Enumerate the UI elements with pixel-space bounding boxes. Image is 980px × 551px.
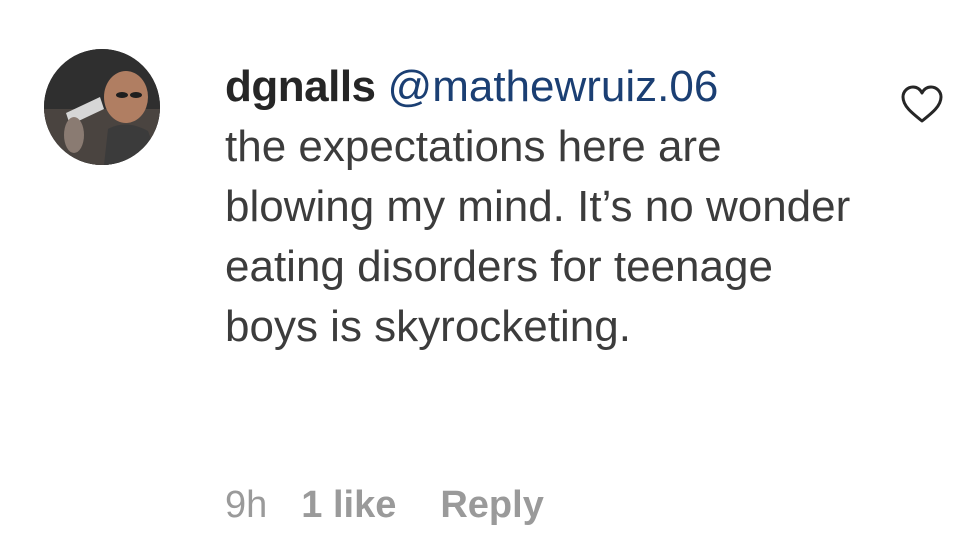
avatar[interactable] <box>44 49 160 165</box>
mention-link[interactable]: @mathewruiz.06 <box>388 62 719 111</box>
reply-button[interactable]: Reply <box>440 480 543 530</box>
comment-text: the expectations here are blowing my min… <box>225 122 851 351</box>
comment: dgnalls @mathewruiz.06 the expectations h… <box>0 0 980 551</box>
comment-header: dgnalls @mathewruiz.06 <box>225 57 885 117</box>
heart-outline-icon[interactable] <box>900 84 944 124</box>
user-avatar-icon <box>44 49 160 165</box>
username-link[interactable]: dgnalls <box>225 62 376 111</box>
comment-meta: 9h 1 like Reply <box>225 480 544 530</box>
likes-count-button[interactable]: 1 like <box>301 480 396 530</box>
comment-body: dgnalls @mathewruiz.06 the expectations h… <box>225 57 885 357</box>
comment-timestamp: 9h <box>225 484 268 526</box>
